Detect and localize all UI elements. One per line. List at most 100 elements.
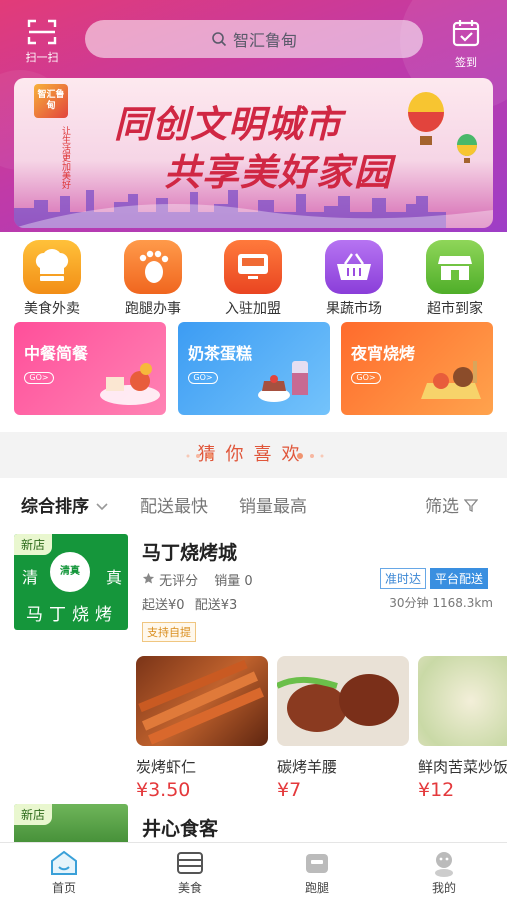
shop-image-right-char: 真: [106, 568, 123, 587]
pickup-tag: 支持自提: [142, 622, 196, 642]
nav-label: 跑腿: [304, 881, 329, 895]
dish-name: 炭烤虾仁: [136, 758, 197, 776]
dish-item[interactable]: 碳烤羊腰 ¥7: [277, 656, 409, 801]
nav-errand[interactable]: 跑腿: [277, 849, 357, 896]
nav-label: 美食: [177, 881, 202, 895]
promo-milk-tea[interactable]: 奶茶蛋糕 GO>: [178, 322, 330, 415]
banner-title-line1: 同创文明城市: [114, 103, 342, 146]
halal-logo-text: 清真: [60, 566, 80, 577]
category-supermarket[interactable]: 超市到家: [410, 240, 500, 318]
decor-dots-left: [186, 453, 213, 459]
scan-button[interactable]: 扫一扫: [14, 18, 70, 65]
store-icon: [426, 240, 484, 294]
monitor-icon: [224, 240, 282, 294]
star-icon: [142, 572, 155, 584]
promo-go-button[interactable]: GO>: [188, 372, 218, 384]
footprint-icon: [124, 240, 182, 294]
sort-sales[interactable]: 销量最高: [239, 492, 307, 517]
category-errands[interactable]: 跑腿办事: [108, 240, 198, 318]
category-label: 超市到家: [427, 301, 483, 317]
nav-food[interactable]: 美食: [150, 849, 230, 896]
errand-icon: [301, 849, 333, 877]
halal-logo: 清真: [50, 552, 90, 592]
shop-delivery-fee: 配送¥3: [194, 598, 238, 613]
category-label: 跑腿办事: [125, 301, 181, 317]
promo-title: 中餐简餐: [24, 344, 89, 363]
promo-title: 奶茶蛋糕: [188, 344, 253, 363]
dish-name: 碳烤羊腰: [277, 758, 338, 776]
promo-chinese-food[interactable]: 中餐简餐 GO>: [14, 322, 166, 415]
ontime-tag: 准时达: [380, 568, 427, 589]
shop-name[interactable]: 马丁烧烤城: [142, 538, 237, 565]
hot-air-balloon-icon: [408, 92, 444, 145]
chef-hat-icon: [23, 240, 81, 294]
dish-image: [418, 656, 507, 746]
dessert-illustration: [258, 361, 308, 402]
shop-image-left-char: 清: [22, 568, 39, 587]
dish-item[interactable]: 鲜肉苦菜炒饭 ¥12: [418, 656, 507, 801]
category-join[interactable]: 入驻加盟: [208, 240, 298, 318]
new-shop-badge: 新店: [14, 804, 53, 825]
shop-image: 新店 清 清真 真 马丁烧烤: [14, 534, 128, 630]
bbq-illustration: [421, 361, 481, 399]
home-icon: [48, 849, 80, 877]
dish-price: ¥3.50: [136, 779, 191, 801]
scan-icon: [27, 18, 57, 46]
shop-rating: 无评分: [159, 574, 199, 589]
food-box-icon: [174, 849, 206, 877]
dish-name: 鲜肉苦菜炒饭: [418, 758, 507, 776]
shop-name[interactable]: 井心食客: [142, 814, 218, 841]
category-label: 入驻加盟: [225, 301, 281, 317]
decor-dots-right: [297, 453, 324, 459]
filter-label: 筛选: [425, 497, 459, 517]
nav-home[interactable]: 首页: [24, 849, 104, 896]
dish-item[interactable]: 炭烤虾仁 ¥3.50: [136, 656, 268, 801]
filter-button[interactable]: 筛选: [425, 492, 479, 517]
promo-night-bbq[interactable]: 夜宵烧烤 GO>: [341, 322, 493, 415]
food-plate-illustration: [100, 363, 160, 405]
search-placeholder: 智汇鲁甸: [232, 31, 297, 50]
filter-icon: [464, 499, 479, 513]
banner-logo-text: 智汇鲁甸: [37, 90, 65, 111]
nav-label: 首页: [51, 881, 76, 895]
sort-bar: 综合排序 配送最快 销量最高 筛选: [0, 478, 507, 526]
chevron-down-icon: [96, 503, 108, 511]
user-icon: [428, 849, 460, 877]
search-icon: [212, 32, 227, 47]
shop-fee-row: 起送¥0 配送¥3: [142, 594, 237, 613]
sort-comprehensive-label: 综合排序: [21, 497, 89, 517]
new-shop-badge: 新店: [14, 534, 53, 555]
dish-price: ¥12: [418, 779, 455, 801]
basket-icon: [325, 240, 383, 294]
shop-image-title: 马丁烧烤: [26, 605, 118, 625]
shop-min-order: 起送¥0: [142, 598, 185, 613]
category-label: 美食外卖: [24, 301, 80, 317]
bottom-nav: 首页 美食 跑腿 我的: [0, 842, 507, 900]
signin-label: 签到: [455, 56, 477, 69]
guess-you-like-header: 猜你喜欢: [0, 432, 507, 478]
sort-comprehensive[interactable]: 综合排序: [21, 492, 109, 517]
promo-go-button[interactable]: GO>: [24, 372, 54, 384]
nav-label: 我的: [431, 881, 456, 895]
shop-distance: 30分钟 1168.3km: [389, 596, 493, 610]
dish-image: [277, 656, 409, 746]
search-input[interactable]: 智汇鲁甸: [85, 20, 423, 58]
shop-sales: 销量 0: [214, 574, 253, 589]
city-skyline: [14, 190, 493, 228]
promo-go-button[interactable]: GO>: [351, 372, 381, 384]
category-label: 果蔬市场: [326, 301, 382, 317]
scan-label: 扫一扫: [25, 51, 59, 64]
category-grid: 美食外卖 跑腿办事 入驻加盟 果蔬市场 超市到家: [0, 232, 507, 322]
dish-image: [136, 656, 268, 746]
promo-banner[interactable]: 智汇鲁甸 让生活更加美好 同创文明城市 共享美好家园: [14, 78, 493, 228]
sort-fastest[interactable]: 配送最快: [140, 492, 208, 517]
promo-title: 夜宵烧烤: [351, 344, 416, 363]
signin-button[interactable]: 签到: [438, 18, 494, 70]
dish-price: ¥7: [277, 779, 302, 801]
category-fruit-market[interactable]: 果蔬市场: [309, 240, 399, 318]
calendar-check-icon: [452, 20, 480, 47]
nav-mine[interactable]: 我的: [404, 849, 484, 896]
shop-card[interactable]: 新店 清 清真 真 马丁烧烤 马丁烧烤城 无评分 销量 0 准时达 平台配送 起…: [0, 526, 507, 816]
small-balloon-icon: [457, 134, 477, 163]
category-food-delivery[interactable]: 美食外卖: [7, 240, 97, 318]
